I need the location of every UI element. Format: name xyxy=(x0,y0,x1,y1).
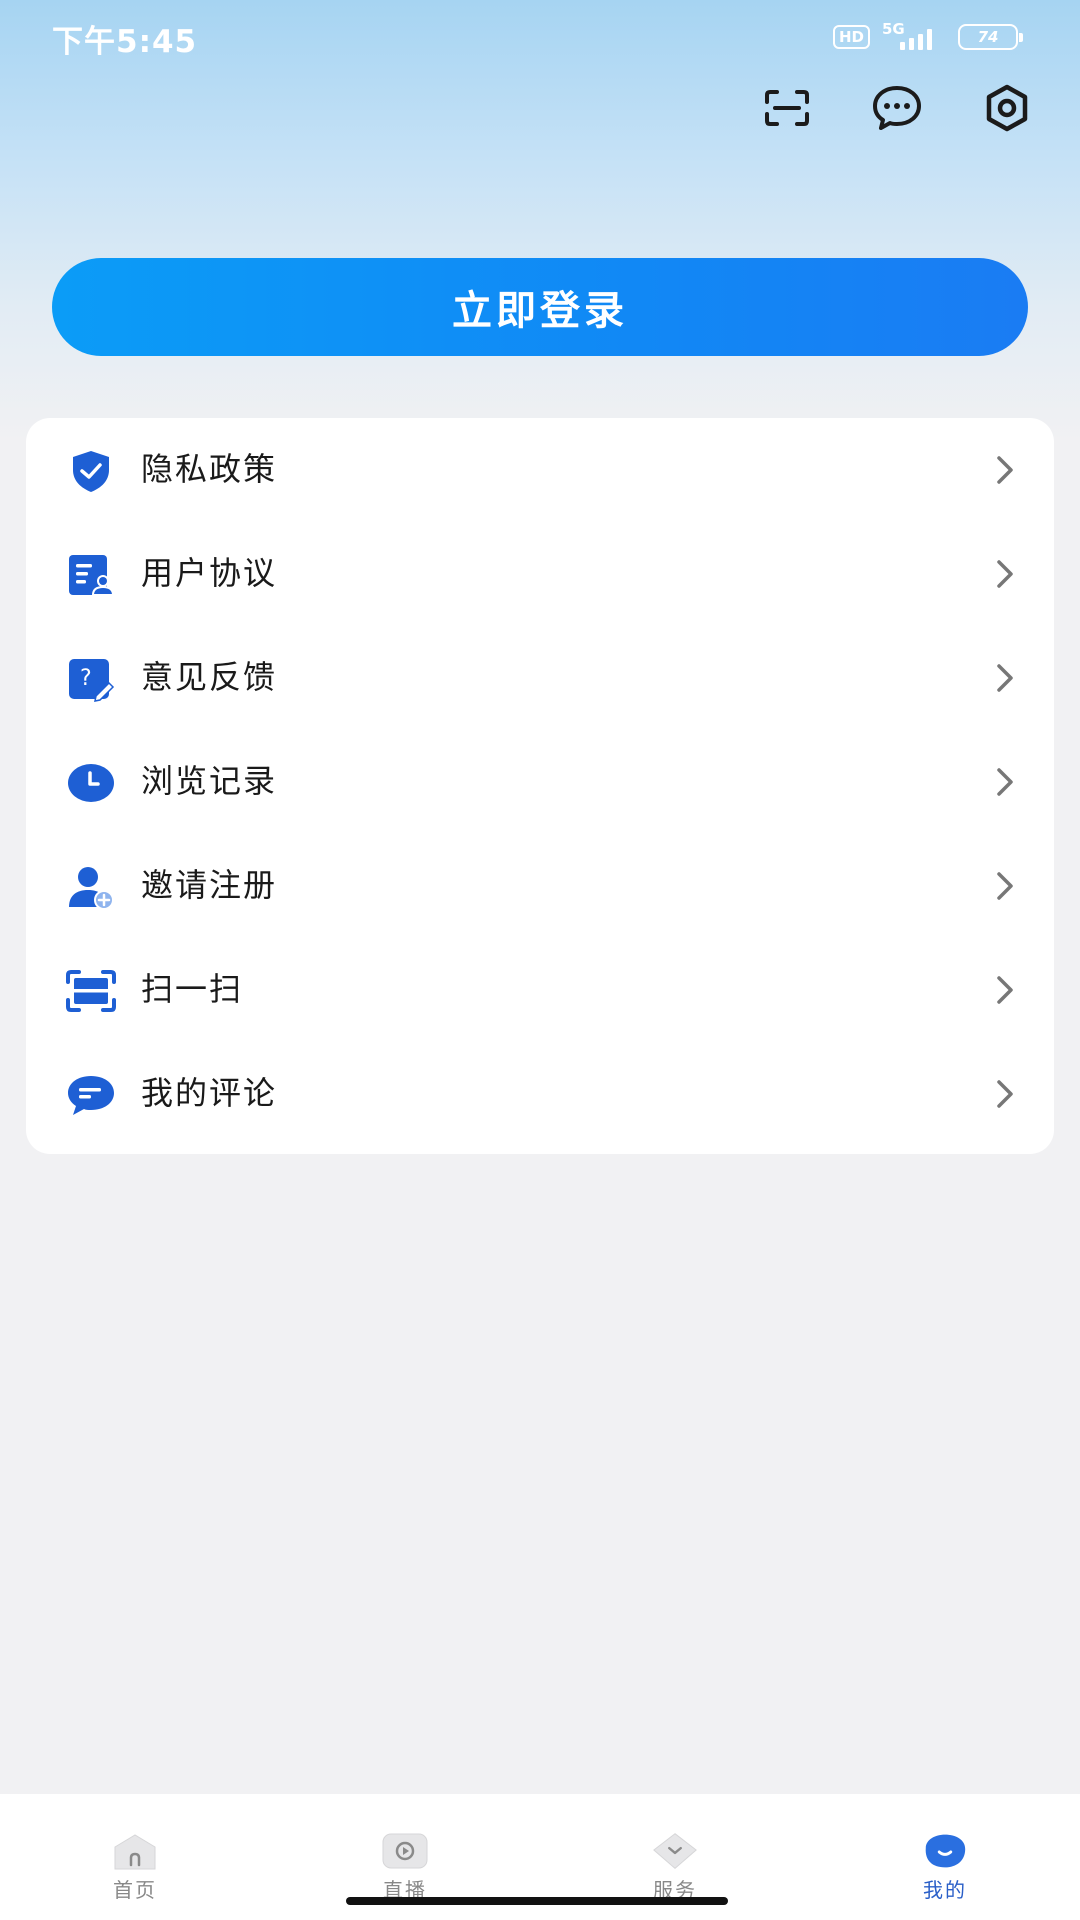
chevron-right-icon xyxy=(990,972,1020,1008)
menu-item-invite-register[interactable]: 邀请注册 xyxy=(26,834,1054,938)
svg-text:?: ? xyxy=(80,666,92,691)
menu-item-browse-history[interactable]: 浏览记录 xyxy=(26,730,1054,834)
chevron-right-icon xyxy=(990,452,1020,488)
menu-item-label: 隐私政策 xyxy=(141,450,278,488)
chevron-right-icon xyxy=(990,556,1020,592)
menu-item-privacy-policy[interactable]: 隐私政策 xyxy=(26,418,1054,522)
comment-icon xyxy=(64,1068,118,1122)
settings-icon[interactable] xyxy=(978,79,1036,137)
status-indicators: HD 5G 74 xyxy=(832,20,1023,52)
tab-label: 我的 xyxy=(923,1878,967,1902)
tab-profile[interactable]: 我的 xyxy=(865,1794,1025,1920)
menu-item-label: 扫一扫 xyxy=(141,970,244,1008)
menu-item-label: 我的评论 xyxy=(141,1074,278,1112)
login-button[interactable]: 立即登录 xyxy=(52,258,1028,356)
clock-icon xyxy=(64,756,118,810)
menu-item-label: 邀请注册 xyxy=(141,866,278,904)
scan-icon[interactable] xyxy=(758,79,816,137)
header-actions xyxy=(758,80,1036,136)
menu-item-scan[interactable]: 扫一扫 xyxy=(26,938,1054,1042)
hd-badge: HD xyxy=(832,25,870,49)
shield-check-icon xyxy=(64,444,118,498)
feedback-icon: ? xyxy=(64,652,118,706)
menu-item-user-agreement[interactable]: 用户协议 xyxy=(26,522,1054,626)
chevron-right-icon xyxy=(990,660,1020,696)
menu-item-my-comments[interactable]: 我的评论 xyxy=(26,1042,1054,1146)
menu-card: 隐私政策 用户协议 ? 意见反馈 浏览记录 邀请注册 扫一扫 我的评论 xyxy=(26,418,1054,1154)
tab-home[interactable]: 首页 xyxy=(55,1794,215,1920)
chevron-right-icon xyxy=(990,1076,1020,1112)
home-icon xyxy=(110,1830,160,1872)
scan-icon xyxy=(64,964,118,1018)
agreement-icon xyxy=(64,548,118,602)
battery-icon: 74 xyxy=(958,24,1023,50)
status-time: 下午5:45 xyxy=(52,24,198,60)
live-icon xyxy=(380,1830,430,1872)
invite-user-icon xyxy=(64,860,118,914)
tab-label: 首页 xyxy=(113,1878,157,1902)
message-icon[interactable] xyxy=(868,79,926,137)
menu-item-feedback[interactable]: ? 意见反馈 xyxy=(26,626,1054,730)
home-indicator[interactable] xyxy=(346,1897,728,1905)
profile-icon xyxy=(920,1830,970,1872)
menu-item-label: 浏览记录 xyxy=(141,762,278,800)
battery-level: 74 xyxy=(977,28,999,46)
status-bar: 下午5:45 HD 5G 74 xyxy=(0,0,1080,76)
service-icon xyxy=(650,1830,700,1872)
chevron-right-icon xyxy=(990,764,1020,800)
chevron-right-icon xyxy=(990,868,1020,904)
menu-item-label: 用户协议 xyxy=(141,554,278,592)
menu-item-label: 意见反馈 xyxy=(141,658,278,696)
signal-icon: 5G xyxy=(882,20,946,52)
